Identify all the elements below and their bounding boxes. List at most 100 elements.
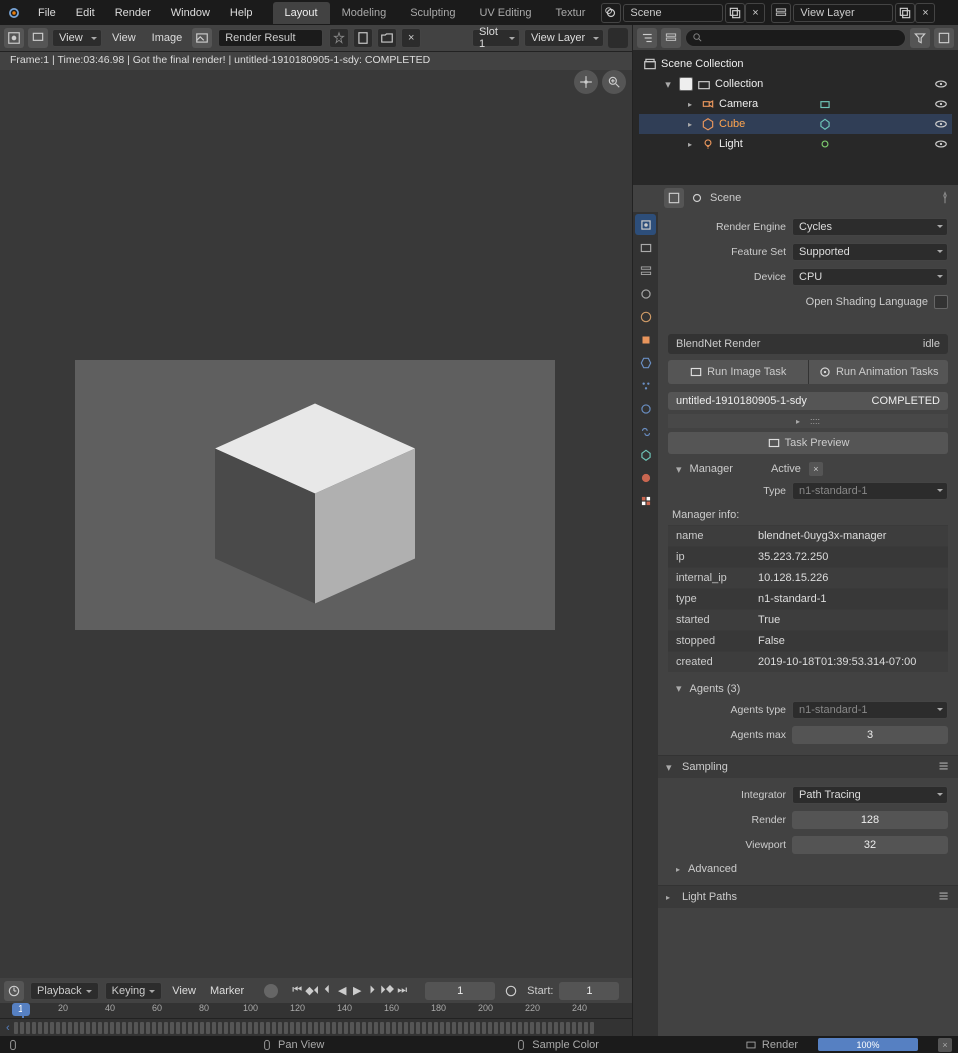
filter-icon[interactable] — [910, 28, 930, 48]
timeline-marker-menu[interactable]: Marker — [206, 983, 248, 999]
viewlayer-tab-icon[interactable] — [635, 260, 656, 281]
visibility-icon[interactable] — [934, 77, 948, 91]
advanced-subpanel[interactable]: ▸Advanced — [668, 859, 948, 879]
object-tab-icon[interactable] — [635, 329, 656, 350]
modifier-tab-icon[interactable] — [635, 352, 656, 373]
playback-menu[interactable]: Playback — [30, 982, 99, 1000]
menu-help[interactable]: Help — [220, 3, 263, 23]
pin-icon[interactable] — [938, 191, 952, 205]
new-collection-icon[interactable] — [934, 28, 954, 48]
menu-edit[interactable]: Edit — [66, 3, 105, 23]
data-tab-icon[interactable] — [635, 444, 656, 465]
tab-layout[interactable]: Layout — [273, 2, 330, 24]
scene-name-field[interactable]: Scene — [623, 4, 723, 22]
slot-dropdown[interactable]: Slot 1 — [472, 29, 520, 47]
image-open-icon[interactable] — [377, 28, 397, 48]
material-tab-icon[interactable] — [635, 467, 656, 488]
constraint-tab-icon[interactable] — [635, 421, 656, 442]
start-frame-field[interactable]: 1 — [559, 982, 619, 1000]
outliner-search[interactable] — [685, 29, 906, 47]
timeline-view-menu[interactable]: View — [168, 983, 200, 999]
scene-browse-icon[interactable] — [601, 3, 621, 23]
jump-start-icon[interactable]: ⏮ — [290, 984, 304, 998]
menu-file[interactable]: File — [28, 3, 66, 23]
image-viewport[interactable] — [0, 70, 632, 978]
current-frame-field[interactable]: 1 — [425, 982, 495, 1000]
image-browse-icon[interactable] — [192, 28, 212, 48]
camera-row[interactable]: ▸ Camera — [639, 94, 952, 114]
pass-dropdown-icon[interactable] — [608, 28, 628, 48]
viewlayer-name-field[interactable]: View Layer — [793, 4, 893, 22]
list-icon[interactable] — [936, 759, 950, 776]
tab-texture[interactable]: Textur — [543, 2, 597, 24]
tab-modeling[interactable]: Modeling — [330, 2, 399, 24]
view-dropdown[interactable]: View — [52, 29, 102, 47]
zoom-gizmo-icon[interactable] — [602, 70, 626, 94]
cube-row[interactable]: ▸ Cube — [639, 114, 952, 134]
samples-viewport-field[interactable]: 32 — [792, 836, 948, 854]
playhead[interactable]: 1 — [12, 1003, 30, 1016]
manager-stop-icon[interactable]: × — [809, 462, 823, 476]
engine-dropdown[interactable]: Cycles — [792, 218, 948, 236]
device-dropdown[interactable]: CPU — [792, 268, 948, 286]
agents-max-field[interactable]: 3 — [792, 726, 948, 744]
samples-render-field[interactable]: 128 — [792, 811, 948, 829]
timeline-editor-icon[interactable] — [4, 981, 24, 1001]
pan-gizmo-icon[interactable] — [574, 70, 598, 94]
props-editor-icon[interactable] — [664, 188, 684, 208]
menu-image[interactable]: Image — [146, 30, 189, 46]
outliner-editor-icon[interactable] — [637, 28, 657, 48]
visibility-icon[interactable] — [934, 137, 948, 151]
osl-checkbox[interactable] — [934, 295, 948, 309]
disclosure-icon[interactable]: ▸ — [683, 117, 697, 131]
disclosure-icon[interactable]: ▸ — [683, 137, 697, 151]
image-unlink-icon[interactable]: × — [401, 28, 421, 48]
viewlayer-new-icon[interactable] — [895, 3, 915, 23]
menu-window[interactable]: Window — [161, 3, 220, 23]
menu-render[interactable]: Render — [105, 3, 161, 23]
visibility-icon[interactable] — [934, 117, 948, 131]
integrator-dropdown[interactable]: Path Tracing — [792, 786, 948, 804]
play-reverse-icon[interactable]: ◀ — [335, 984, 349, 998]
visibility-icon[interactable] — [934, 97, 948, 111]
mode-icon[interactable] — [28, 28, 48, 48]
world-tab-icon[interactable] — [635, 306, 656, 327]
output-tab-icon[interactable] — [635, 237, 656, 258]
task-preview-button[interactable]: Task Preview — [668, 432, 948, 454]
physics-tab-icon[interactable] — [635, 398, 656, 419]
viewlayer-delete-icon[interactable]: × — [915, 3, 935, 23]
lightpaths-panel-header[interactable]: ▸ Light Paths — [658, 886, 958, 908]
disclosure-icon[interactable]: ▾ — [661, 77, 675, 91]
scene-tab-icon[interactable] — [635, 283, 656, 304]
viewlayer-browse-icon[interactable] — [771, 3, 791, 23]
light-row[interactable]: ▸ Light — [639, 134, 952, 154]
display-mode-icon[interactable] — [661, 28, 681, 48]
tab-sculpting[interactable]: Sculpting — [398, 2, 467, 24]
sampling-panel-header[interactable]: ▾ Sampling — [658, 756, 958, 778]
tab-uvediting[interactable]: UV Editing — [467, 2, 543, 24]
cancel-render-icon[interactable]: × — [938, 1038, 952, 1052]
manager-subpanel[interactable]: ▾ Manager Active × — [668, 458, 948, 480]
image-new-icon[interactable] — [353, 28, 373, 48]
autokey-toggle[interactable] — [264, 984, 278, 998]
agents-type-field[interactable]: n1-standard-1 — [792, 701, 948, 719]
particle-tab-icon[interactable] — [635, 375, 656, 396]
collection-row[interactable]: ▾ Collection — [639, 74, 952, 94]
menu-view2[interactable]: View — [106, 30, 142, 46]
agents-subpanel[interactable]: ▾ Agents (3) — [668, 678, 948, 699]
run-anim-button[interactable]: Run Animation Tasks — [808, 360, 949, 384]
timeline-ruler[interactable]: 1 20 40 60 80 100 120 140 160 180 200 22… — [0, 1003, 632, 1018]
editor-type-icon[interactable] — [4, 28, 24, 48]
renderlayer-dropdown[interactable]: View Layer — [524, 29, 604, 47]
list-icon[interactable] — [936, 889, 950, 906]
frame-prev-icon[interactable]: ⏴ — [320, 984, 334, 998]
featureset-dropdown[interactable]: Supported — [792, 243, 948, 261]
disclosure-icon[interactable]: ▸ — [683, 97, 697, 111]
blender-logo-icon[interactable] — [4, 3, 24, 23]
render-tab-icon[interactable] — [635, 214, 656, 235]
manager-type-field[interactable]: n1-standard-1 — [792, 482, 948, 500]
keyframe-next-icon[interactable]: ⏵◆ — [380, 984, 394, 998]
use-preview-range-icon[interactable] — [501, 981, 521, 1001]
scene-new-icon[interactable] — [725, 3, 745, 23]
frame-next-icon[interactable]: ⏵ — [365, 984, 379, 998]
